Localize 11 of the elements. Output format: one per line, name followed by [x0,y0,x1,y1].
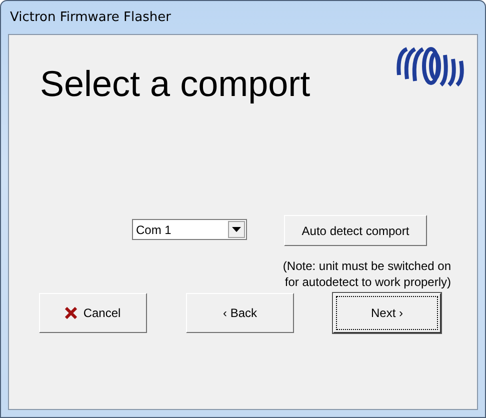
logo-icon [395,45,467,87]
page-heading: Select a comport [40,63,310,106]
close-icon [65,307,78,319]
window-title: Victron Firmware Flasher [10,10,171,25]
dropdown-arrow-icon [232,227,241,232]
back-button[interactable]: ‹ Back [186,293,294,333]
next-button[interactable]: Next › [333,293,441,333]
cancel-button[interactable]: Cancel [39,293,147,333]
auto-detect-button[interactable]: Auto detect comport [284,215,427,246]
note-text: (Note: unit must be switched on for autodetect to work properly) [282,258,451,290]
comport-dropdown[interactable]: Com 1 [132,219,247,240]
